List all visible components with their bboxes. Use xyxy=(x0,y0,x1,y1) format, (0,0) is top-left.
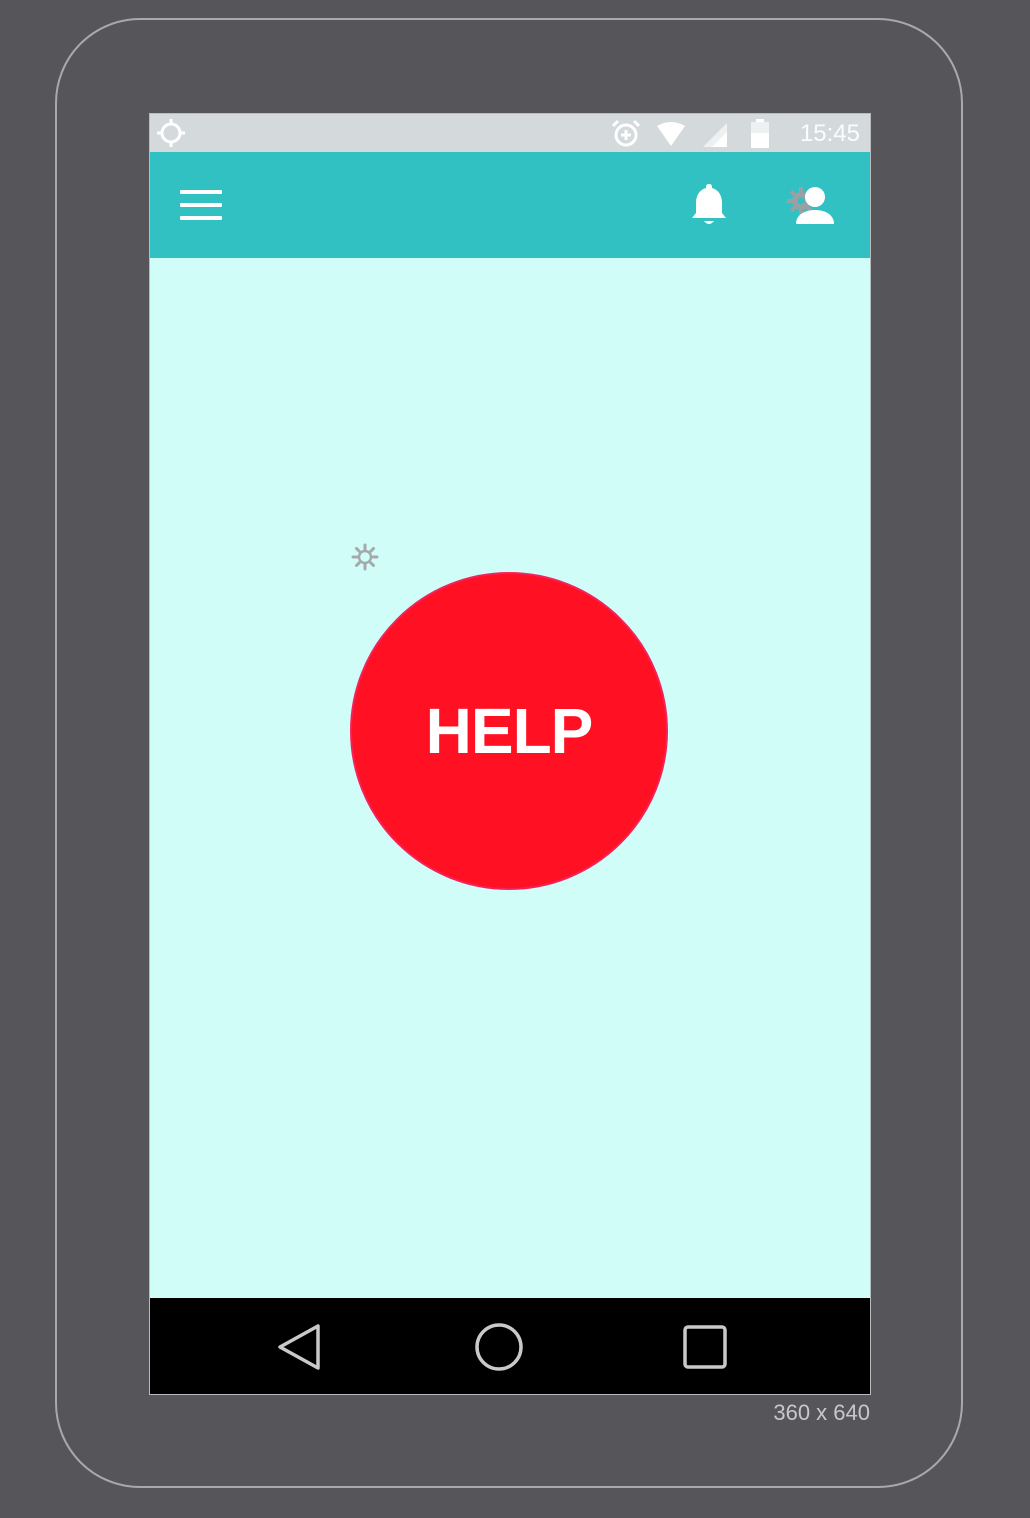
device-dimensions-label: 360 x 640 xyxy=(773,1400,870,1425)
battery-icon xyxy=(751,119,769,148)
help-button-label: HELP xyxy=(425,695,594,767)
notifications-button[interactable] xyxy=(684,180,734,230)
wifi-icon xyxy=(657,122,685,146)
nav-bar xyxy=(150,1298,870,1394)
app-bar xyxy=(150,152,870,258)
phone-screen: 15:45 HELP xyxy=(150,114,870,1394)
status-time: 15:45 xyxy=(799,120,860,147)
gear-icon[interactable] xyxy=(350,542,380,572)
home-icon[interactable] xyxy=(464,1312,534,1382)
account-icon xyxy=(796,187,834,224)
back-icon[interactable] xyxy=(262,1312,332,1382)
recent-apps-icon[interactable] xyxy=(670,1312,740,1382)
help-button[interactable]: HELP xyxy=(350,572,668,890)
status-bar: 15:45 xyxy=(150,114,870,152)
account-button[interactable] xyxy=(788,180,842,230)
signal-icon xyxy=(703,123,727,147)
menu-button[interactable] xyxy=(174,182,230,228)
bell-icon xyxy=(692,184,726,224)
target-icon xyxy=(157,119,185,147)
alarm-icon xyxy=(611,119,641,147)
